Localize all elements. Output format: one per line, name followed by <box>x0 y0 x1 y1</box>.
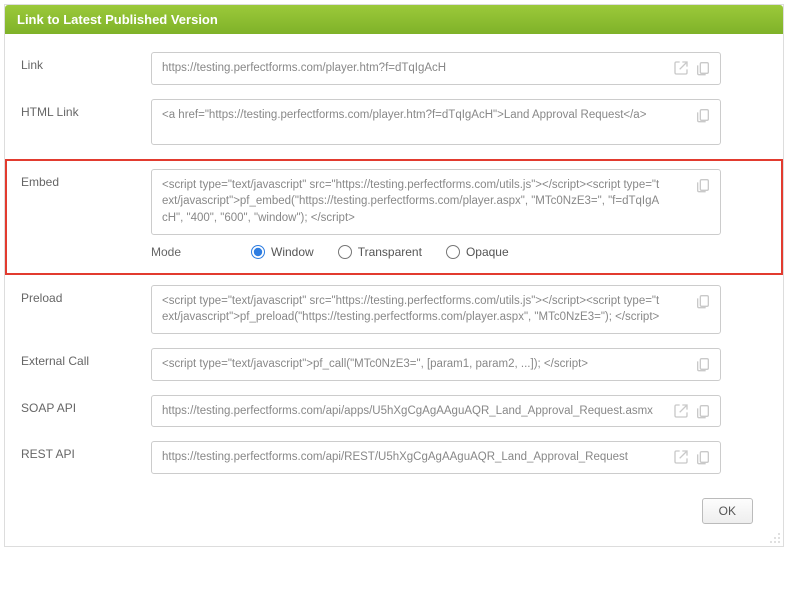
embed-highlight: Embed <script type="text/javascript" src… <box>5 159 783 275</box>
mode-label: Mode <box>151 245 251 259</box>
row-link: Link https://testing.perfectforms.com/pl… <box>21 52 767 85</box>
mode-radio-group: Window Transparent Opaque <box>251 245 509 259</box>
open-link-icon[interactable] <box>672 448 690 466</box>
mode-opaque-label: Opaque <box>466 245 509 259</box>
label-rest-api: REST API <box>21 441 151 461</box>
open-link-icon[interactable] <box>672 402 690 420</box>
soap-api-value-box[interactable]: https://testing.perfectforms.com/api/app… <box>151 395 721 428</box>
mode-window-label: Window <box>271 245 314 259</box>
link-value-box[interactable]: https://testing.perfectforms.com/player.… <box>151 52 721 85</box>
open-link-icon[interactable] <box>672 59 690 77</box>
copy-icon[interactable] <box>694 292 712 310</box>
label-html-link: HTML Link <box>21 99 151 119</box>
soap-api-value: https://testing.perfectforms.com/api/app… <box>162 405 653 417</box>
label-preload: Preload <box>21 285 151 305</box>
row-soap-api: SOAP API https://testing.perfectforms.co… <box>21 395 767 428</box>
label-external-call: External Call <box>21 348 151 368</box>
rest-api-value-box[interactable]: https://testing.perfectforms.com/api/RES… <box>151 441 721 474</box>
rest-api-value: https://testing.perfectforms.com/api/RES… <box>162 451 628 463</box>
mode-window-radio[interactable] <box>251 245 265 259</box>
row-html-link: HTML Link <a href="https://testing.perfe… <box>21 99 767 145</box>
row-external-call: External Call <script type="text/javascr… <box>21 348 767 381</box>
copy-icon[interactable] <box>694 176 712 194</box>
label-link: Link <box>21 52 151 72</box>
mode-window[interactable]: Window <box>251 245 314 259</box>
copy-icon[interactable] <box>694 402 712 420</box>
resize-grip-icon[interactable] <box>769 532 781 544</box>
mode-transparent[interactable]: Transparent <box>338 245 422 259</box>
embed-value: <script type="text/javascript" src="http… <box>162 179 659 224</box>
preload-value-box[interactable]: <script type="text/javascript" src="http… <box>151 285 721 334</box>
copy-icon[interactable] <box>694 59 712 77</box>
link-panel: Link to Latest Published Version Link ht… <box>4 4 784 547</box>
copy-icon[interactable] <box>694 448 712 466</box>
ok-button[interactable]: OK <box>702 498 753 524</box>
row-rest-api: REST API https://testing.perfectforms.co… <box>21 441 767 474</box>
mode-transparent-label: Transparent <box>358 245 422 259</box>
copy-icon[interactable] <box>694 106 712 124</box>
row-embed: Embed <script type="text/javascript" src… <box>21 169 767 265</box>
panel-body: Link https://testing.perfectforms.com/pl… <box>5 34 783 546</box>
html-link-value: <a href="https://testing.perfectforms.co… <box>162 109 646 121</box>
label-soap-api: SOAP API <box>21 395 151 415</box>
external-call-value: <script type="text/javascript">pf_call("… <box>162 358 588 370</box>
link-value: https://testing.perfectforms.com/player.… <box>162 62 446 74</box>
html-link-value-box[interactable]: <a href="https://testing.perfectforms.co… <box>151 99 721 145</box>
embed-value-box[interactable]: <script type="text/javascript" src="http… <box>151 169 721 235</box>
panel-title: Link to Latest Published Version <box>17 12 218 27</box>
panel-header: Link to Latest Published Version <box>5 5 783 34</box>
preload-value: <script type="text/javascript" src="http… <box>162 295 659 324</box>
row-preload: Preload <script type="text/javascript" s… <box>21 285 767 334</box>
mode-opaque[interactable]: Opaque <box>446 245 509 259</box>
mode-transparent-radio[interactable] <box>338 245 352 259</box>
mode-opaque-radio[interactable] <box>446 245 460 259</box>
mode-row: Mode Window Transparent <box>151 235 767 265</box>
copy-icon[interactable] <box>694 355 712 373</box>
external-call-value-box[interactable]: <script type="text/javascript">pf_call("… <box>151 348 721 381</box>
footer: OK <box>21 488 767 536</box>
label-embed: Embed <box>21 169 151 189</box>
